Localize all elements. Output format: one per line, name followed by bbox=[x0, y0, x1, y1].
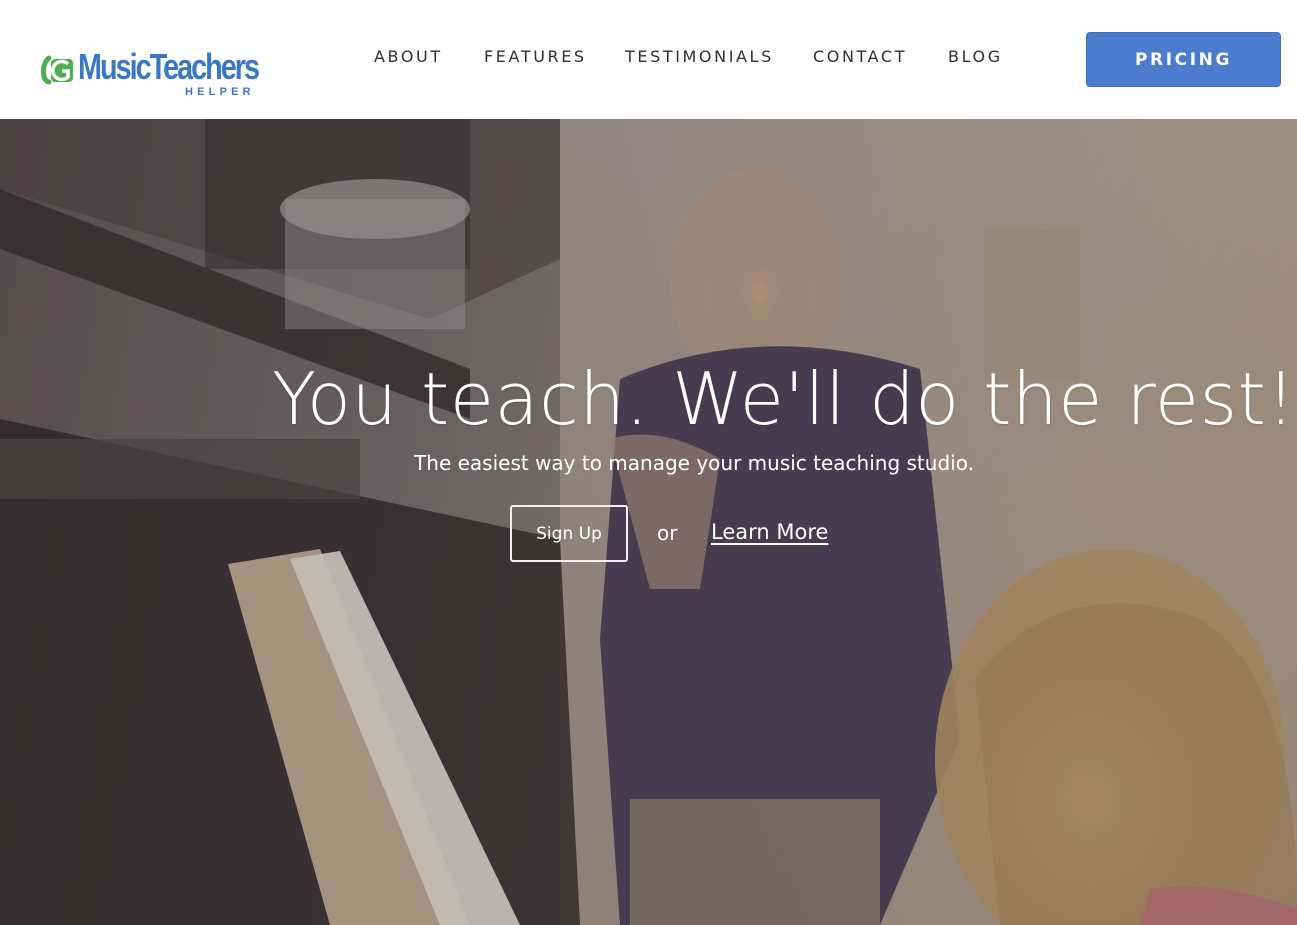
sign-up-button[interactable]: Sign Up bbox=[510, 505, 628, 562]
hero-headline: You teach. We'll do the rest! bbox=[272, 357, 1296, 441]
hero-subheadline: The easiest way to manage your music tea… bbox=[414, 451, 974, 475]
hero-section: You teach. We'll do the rest! The easies… bbox=[0, 119, 1297, 925]
nav-testimonials[interactable]: TESTIMONIALS bbox=[625, 47, 774, 66]
nav-blog[interactable]: BLOG bbox=[948, 47, 1003, 66]
hero-dim-overlay bbox=[0, 119, 1297, 925]
site-header: MusicTeachers HELPER ABOUT FEATURES TEST… bbox=[0, 0, 1297, 119]
logo-tagline: HELPER bbox=[185, 86, 255, 98]
learn-more-link[interactable]: Learn More bbox=[711, 520, 828, 544]
pricing-button[interactable]: PRICING bbox=[1086, 32, 1281, 87]
nav-about[interactable]: ABOUT bbox=[374, 47, 443, 66]
nav-features[interactable]: FEATURES bbox=[484, 47, 587, 66]
or-separator: or bbox=[657, 521, 678, 545]
nav-contact[interactable]: CONTACT bbox=[813, 47, 907, 66]
